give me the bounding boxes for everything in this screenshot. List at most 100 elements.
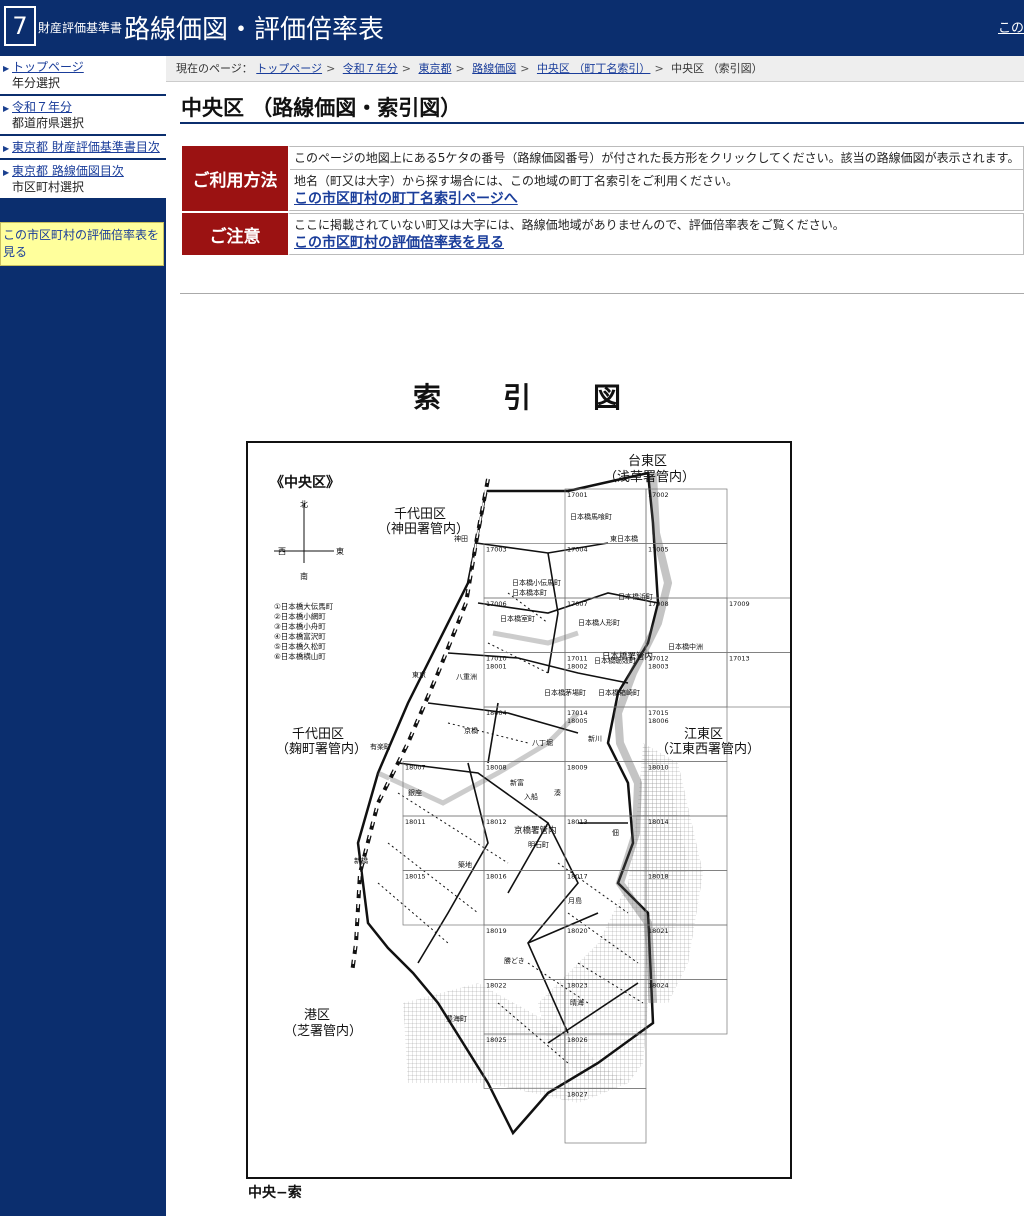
region-name: 台東区 [628, 453, 667, 469]
sheet-number-label[interactable]: 18006 [648, 717, 669, 725]
sidebar-item-rosenka-index: ▶ 東京都 路線価図目次 市区町村選択 [0, 160, 166, 200]
sidebar-link-rosenka-index[interactable]: 東京都 路線価図目次 [12, 163, 162, 179]
region-name: 江東区 [684, 726, 723, 742]
sheet-number-label[interactable]: 18020 [567, 927, 588, 935]
railway-line [351, 478, 489, 974]
sheet-number-label[interactable]: 18027 [567, 1091, 588, 1099]
sheet-number-label[interactable]: 17003 [486, 546, 507, 554]
sheet-number-label[interactable]: 18022 [486, 982, 507, 990]
place-label: 日本橋浜町 [618, 592, 653, 601]
sidebar: ▶ トップページ 年分選択 ▶ 令和７年分 都道府県選択 ▶ 東京都 財産評価基… [0, 56, 166, 1216]
region-name: 港区 [304, 1008, 330, 1023]
sheet-number-label[interactable]: 18017 [567, 873, 588, 881]
compass-north: 北 [300, 500, 308, 509]
sheet-number-label[interactable]: 17013 [729, 655, 750, 663]
sheet-number-label[interactable]: 18023 [567, 982, 588, 990]
title-divider [180, 122, 1024, 124]
index-map-svg: 17001 17002 17003 17004 17005 17006 17007 17008… [270, 453, 790, 1144]
breadcrumb-link-tokyo[interactable]: 東京都 [419, 62, 452, 75]
sheet-number-label[interactable]: 18005 [567, 717, 588, 725]
sidebar-link-top[interactable]: トップページ [12, 59, 162, 75]
site-header: 7 財産評価基準書 路線価図・評価倍率表 この [0, 0, 1024, 56]
sidebar-item-tokyo-index: ▶ 東京都 財産評価基準書目次 [0, 136, 166, 160]
place-label: 日本橋中洲 [668, 642, 703, 651]
sheet-number-label[interactable]: 17011 [567, 655, 588, 663]
place-label: 京橋 [464, 726, 478, 735]
place-label: 神田 [454, 534, 468, 543]
sidebar-note-link[interactable]: この市区町村の評価倍率表を見る [0, 222, 164, 266]
region-sub: （江東西署管内） [656, 741, 760, 757]
sheet-number-label[interactable]: 18004 [486, 709, 507, 717]
sheet-number-label[interactable]: 18014 [648, 818, 669, 826]
sheet-number-label[interactable]: 18015 [405, 873, 426, 881]
sheet-number-label[interactable]: 18007 [405, 764, 426, 772]
tax-office-label: 日本橋署管内 [602, 651, 653, 662]
sheet-number-label[interactable]: 18001 [486, 663, 507, 671]
place-label: 日本橋人形町 [578, 618, 620, 627]
sheet-number-label[interactable]: 18010 [648, 764, 669, 772]
triangle-icon: ▶ [3, 168, 10, 177]
sheet-number-label[interactable]: 17002 [648, 491, 669, 499]
sheet-number-label[interactable]: 18016 [486, 873, 507, 881]
sheet-number-label[interactable]: 18018 [648, 873, 669, 881]
breadcrumb-link-year[interactable]: 令和７年分 [343, 62, 398, 75]
sheet-number-label[interactable]: 18024 [648, 982, 669, 990]
header-right-link[interactable]: この [998, 17, 1024, 36]
place-label: 八重洲 [456, 673, 477, 681]
breadcrumb-separator: > [455, 62, 465, 75]
sheet-number-label[interactable]: 17009 [729, 600, 750, 608]
sheet-number-label[interactable]: 18003 [648, 663, 669, 671]
breadcrumb-current: 中央区 （索引図） [671, 62, 763, 75]
place-label: 日本橋馬喰町 [570, 512, 612, 521]
usage-line-1: このページの地図上にある5ケタの番号（路線価図番号）が付された長方形をクリックし… [290, 147, 1024, 170]
place-label: 明石町 [528, 841, 549, 849]
sheet-number-label[interactable]: 17010 [486, 655, 507, 663]
sheet-number-label[interactable]: 17001 [567, 491, 588, 499]
region-sub: （浅草署管内） [604, 469, 695, 485]
caution-line-1: ここに掲載されていない町又は大字には、路線価地域がありませんので、評価倍率表をご… [294, 218, 845, 232]
sheet-number-label[interactable]: 18021 [648, 927, 669, 935]
sheet-number-label[interactable]: 18012 [486, 818, 507, 826]
legend-item: ①日本橋大伝馬町 [274, 601, 334, 611]
sheet-number-label[interactable]: 18019 [486, 927, 507, 935]
place-label: 豊海町 [446, 1014, 467, 1023]
sidebar-link-year[interactable]: 令和７年分 [12, 99, 162, 115]
index-map: 17001 17002 17003 17004 17005 17006 17007 17008… [246, 441, 792, 1179]
usage-row: ご利用方法 このページの地図上にある5ケタの番号（路線価図番号）が付された長方形… [182, 146, 1024, 213]
region-sub: （麹町署管内） [276, 741, 367, 757]
sheet-number-label[interactable]: 18002 [567, 663, 588, 671]
caution-heading: ご注意 [182, 213, 288, 255]
section-divider [180, 293, 1024, 294]
sheet-number-label[interactable]: 18008 [486, 764, 507, 772]
sheet-number-label[interactable]: 17006 [486, 600, 507, 608]
sheet-number-label[interactable]: 18011 [405, 818, 426, 826]
compass-east: 東 [336, 546, 344, 556]
place-label: 勝どき [504, 956, 525, 965]
sheet-number-label[interactable]: 17014 [567, 709, 588, 717]
sheet-number-label[interactable]: 17015 [648, 709, 669, 717]
breadcrumb-separator: > [401, 62, 411, 75]
sheet-number-label[interactable]: 18026 [567, 1036, 588, 1044]
place-label: 八丁堀 [532, 738, 553, 747]
breadcrumb-link-chuo[interactable]: 中央区 （町丁名索引） [537, 62, 651, 75]
sheet-number-label[interactable]: 18025 [486, 1036, 507, 1044]
sheet-number-label[interactable]: 17008 [648, 600, 669, 608]
map-heading: 索引図 [413, 381, 684, 414]
sheet-number-label[interactable]: 18009 [567, 764, 588, 772]
sidebar-link-tokyo-index[interactable]: 東京都 財産評価基準書目次 [12, 139, 162, 155]
sheet-number-label[interactable]: 17007 [567, 600, 588, 608]
header-subtitle: 財産評価基準書 [38, 21, 123, 35]
multiplier-table-link[interactable]: この市区町村の評価倍率表を見る [294, 235, 504, 251]
place-label: 晴海 [570, 998, 584, 1007]
breadcrumb-link-rosenka[interactable]: 路線価図 [472, 62, 516, 75]
region-name: 千代田区 [292, 727, 344, 742]
usage-heading: ご利用方法 [182, 146, 288, 211]
sheet-number-label[interactable]: 18013 [567, 818, 588, 826]
sheet-number-label[interactable]: 17005 [648, 546, 669, 554]
place-label: 新橋 [354, 856, 368, 865]
breadcrumb-link-top[interactable]: トップページ [256, 62, 322, 75]
place-label: 新富 [510, 778, 524, 787]
map-ward-label: 《中央区》 [270, 474, 340, 491]
sheet-number-label[interactable]: 17004 [567, 546, 588, 554]
town-index-link[interactable]: この市区町村の町丁名索引ページへ [294, 191, 518, 207]
